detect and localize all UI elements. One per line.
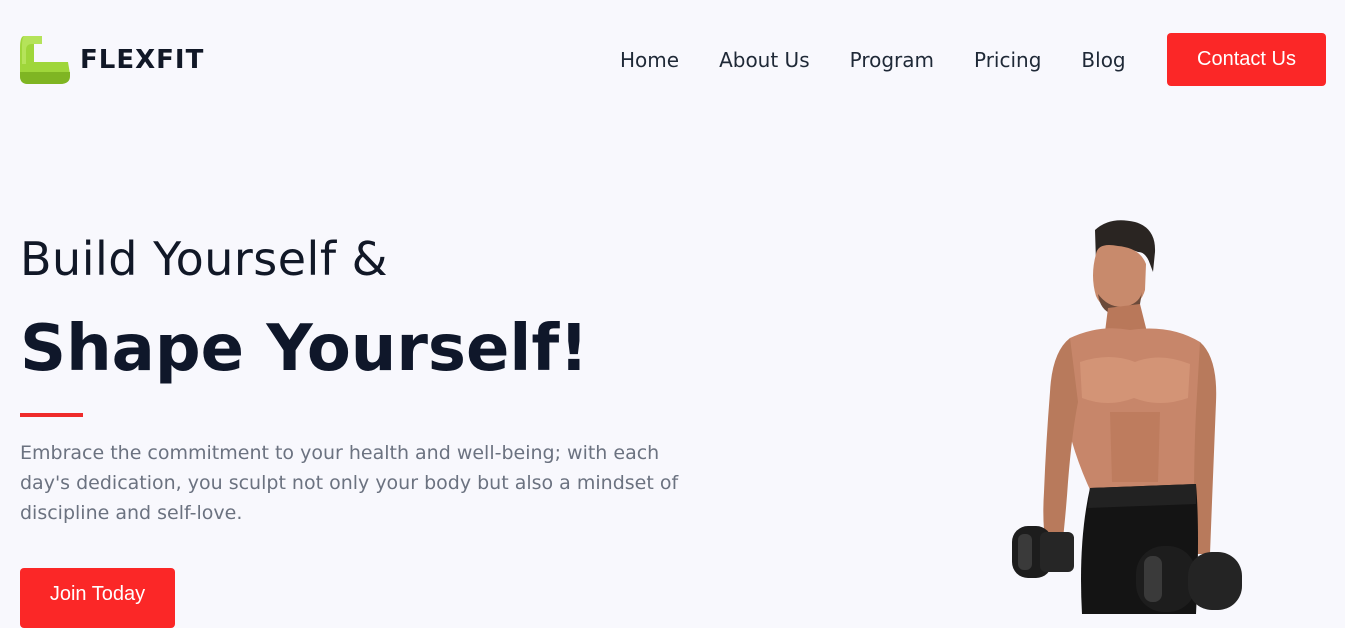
join-today-button[interactable]: Join Today [20,568,175,628]
flexed-arm-icon [20,36,70,84]
hero-description: Embrace the commitment to your health an… [20,442,679,524]
nav-link-pricing[interactable]: Pricing [974,46,1041,74]
brand-name: FLEXFIT [80,45,205,75]
site-header: FLEXFIT Home About Us Program Pricing Bl… [0,0,1345,120]
hero-title-line2: Shape Yourself! [20,312,589,386]
accent-divider [20,413,83,417]
nav-link-program[interactable]: Program [850,46,934,74]
man-with-dumbbells-photo [1012,220,1242,614]
nav-link-blog[interactable]: Blog [1081,46,1125,74]
hero-title-line1: Build Yourself & [20,232,389,286]
nav-link-home[interactable]: Home [620,46,679,74]
main-nav: Home About Us Program Pricing Blog [620,46,1126,74]
nav-link-about-us[interactable]: About Us [719,46,810,74]
contact-us-button[interactable]: Contact Us [1167,33,1326,86]
brand-logo[interactable]: FLEXFIT [20,34,204,86]
